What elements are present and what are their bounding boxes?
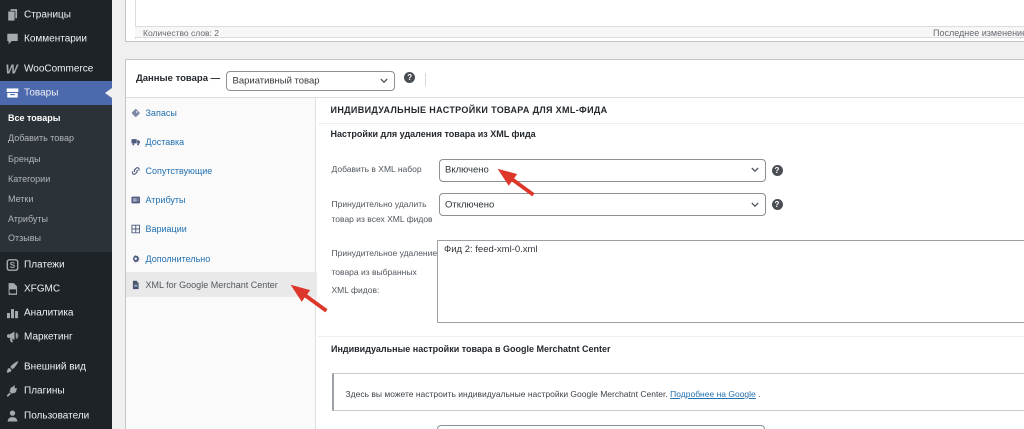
svg-text:S: S — [9, 261, 15, 270]
